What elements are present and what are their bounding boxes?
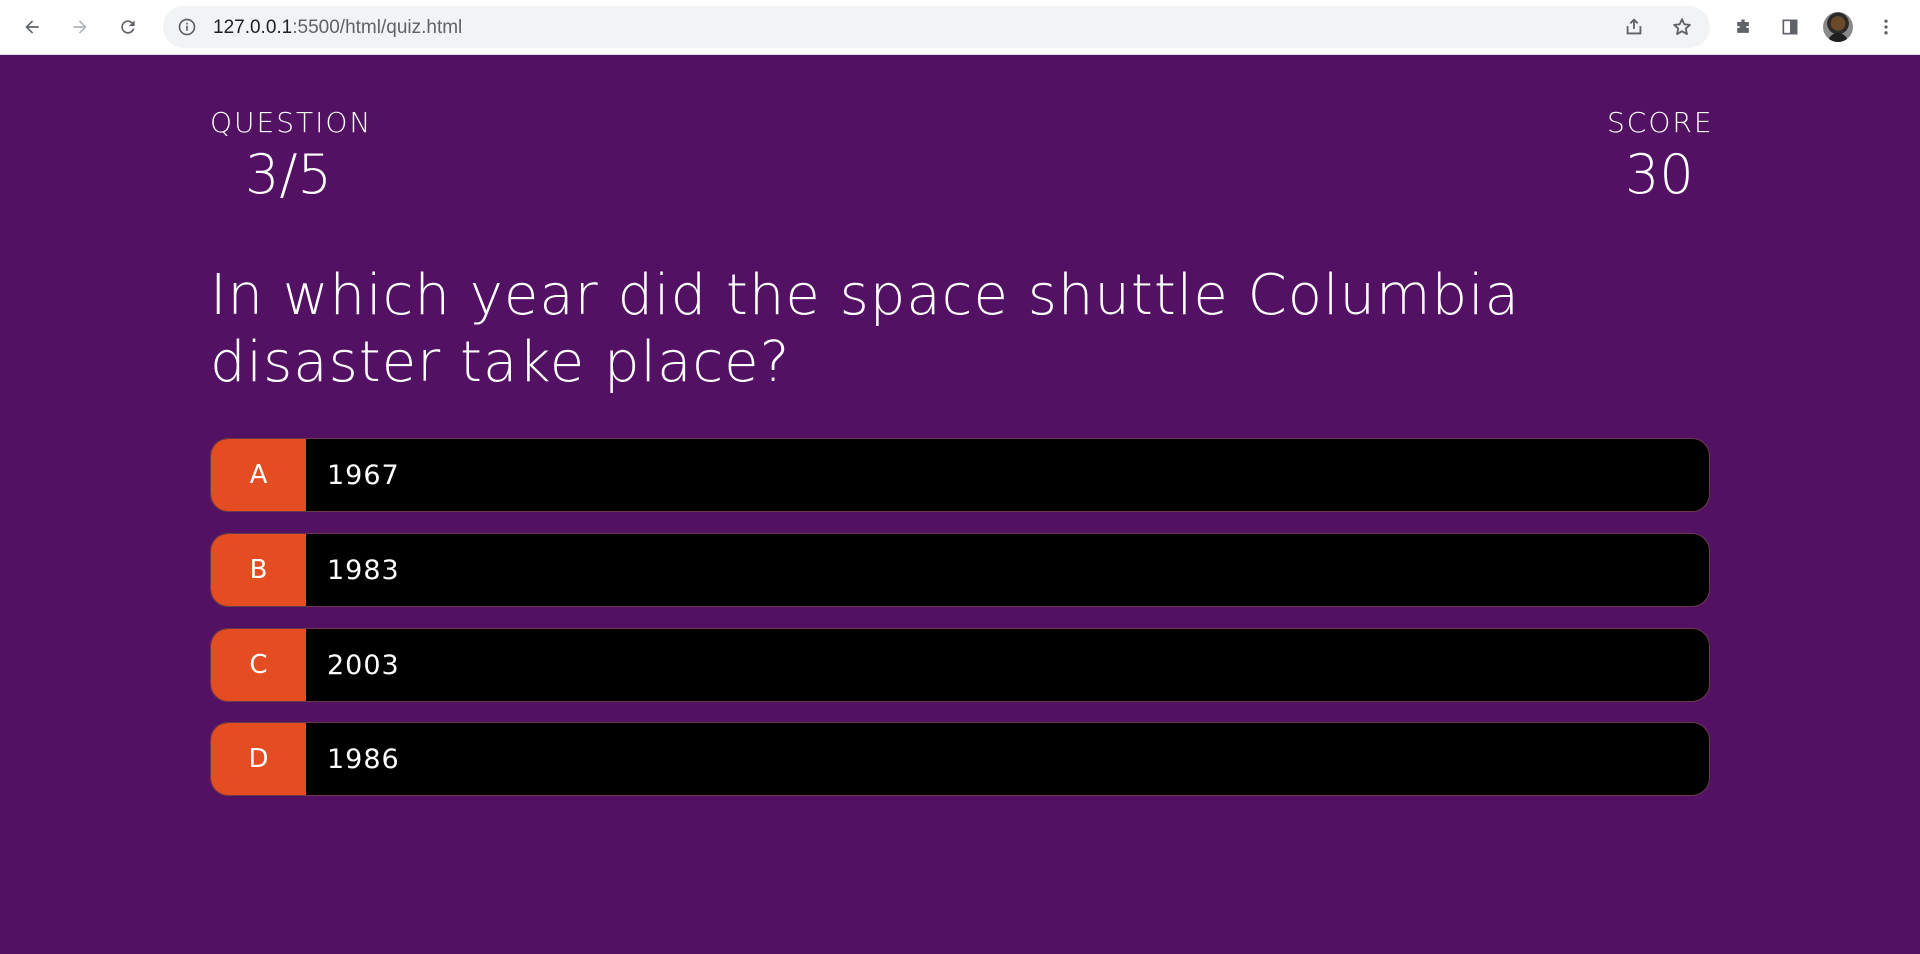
choice-text: 1983 xyxy=(327,554,400,586)
score-value: 30 xyxy=(1625,143,1694,206)
side-panel-icon[interactable] xyxy=(1772,9,1808,45)
question-text: In which year did the space shuttle Colu… xyxy=(210,263,1520,395)
url-host: 127.0.0.1 xyxy=(213,17,293,38)
choice-text: 1986 xyxy=(327,743,400,775)
address-bar[interactable]: 127.0.0.1:5500/html/quiz.html xyxy=(163,6,1710,48)
back-icon[interactable] xyxy=(14,9,50,45)
choice-prefix: A xyxy=(211,439,306,511)
extensions-icon[interactable] xyxy=(1725,9,1761,45)
choice-prefix: D xyxy=(211,723,306,795)
choice-a[interactable]: A 1967 xyxy=(210,438,1710,512)
choice-c[interactable]: C 2003 xyxy=(210,628,1710,702)
url-text[interactable]: 127.0.0.1:5500/html/quiz.html xyxy=(213,17,462,39)
choice-prefix: C xyxy=(211,629,306,701)
question-progress: 3/5 xyxy=(245,143,332,206)
reload-icon[interactable] xyxy=(110,9,146,45)
info-icon[interactable] xyxy=(177,17,197,37)
choice-b[interactable]: B 1983 xyxy=(210,533,1710,607)
choice-d[interactable]: D 1986 xyxy=(210,722,1710,796)
share-icon[interactable] xyxy=(1623,16,1645,38)
question-label: QUESTION xyxy=(210,106,373,139)
choice-prefix: B xyxy=(211,534,306,606)
choice-text: 2003 xyxy=(327,649,400,681)
choice-text: 1967 xyxy=(327,459,400,491)
url-path: :5500/html/quiz.html xyxy=(292,17,463,38)
menu-icon[interactable] xyxy=(1868,9,1904,45)
score-label: SCORE xyxy=(1607,106,1714,139)
avatar[interactable] xyxy=(1823,12,1853,42)
star-icon[interactable] xyxy=(1671,16,1693,38)
browser-toolbar: 127.0.0.1:5500/html/quiz.html xyxy=(0,0,1920,55)
forward-icon[interactable] xyxy=(62,9,98,45)
